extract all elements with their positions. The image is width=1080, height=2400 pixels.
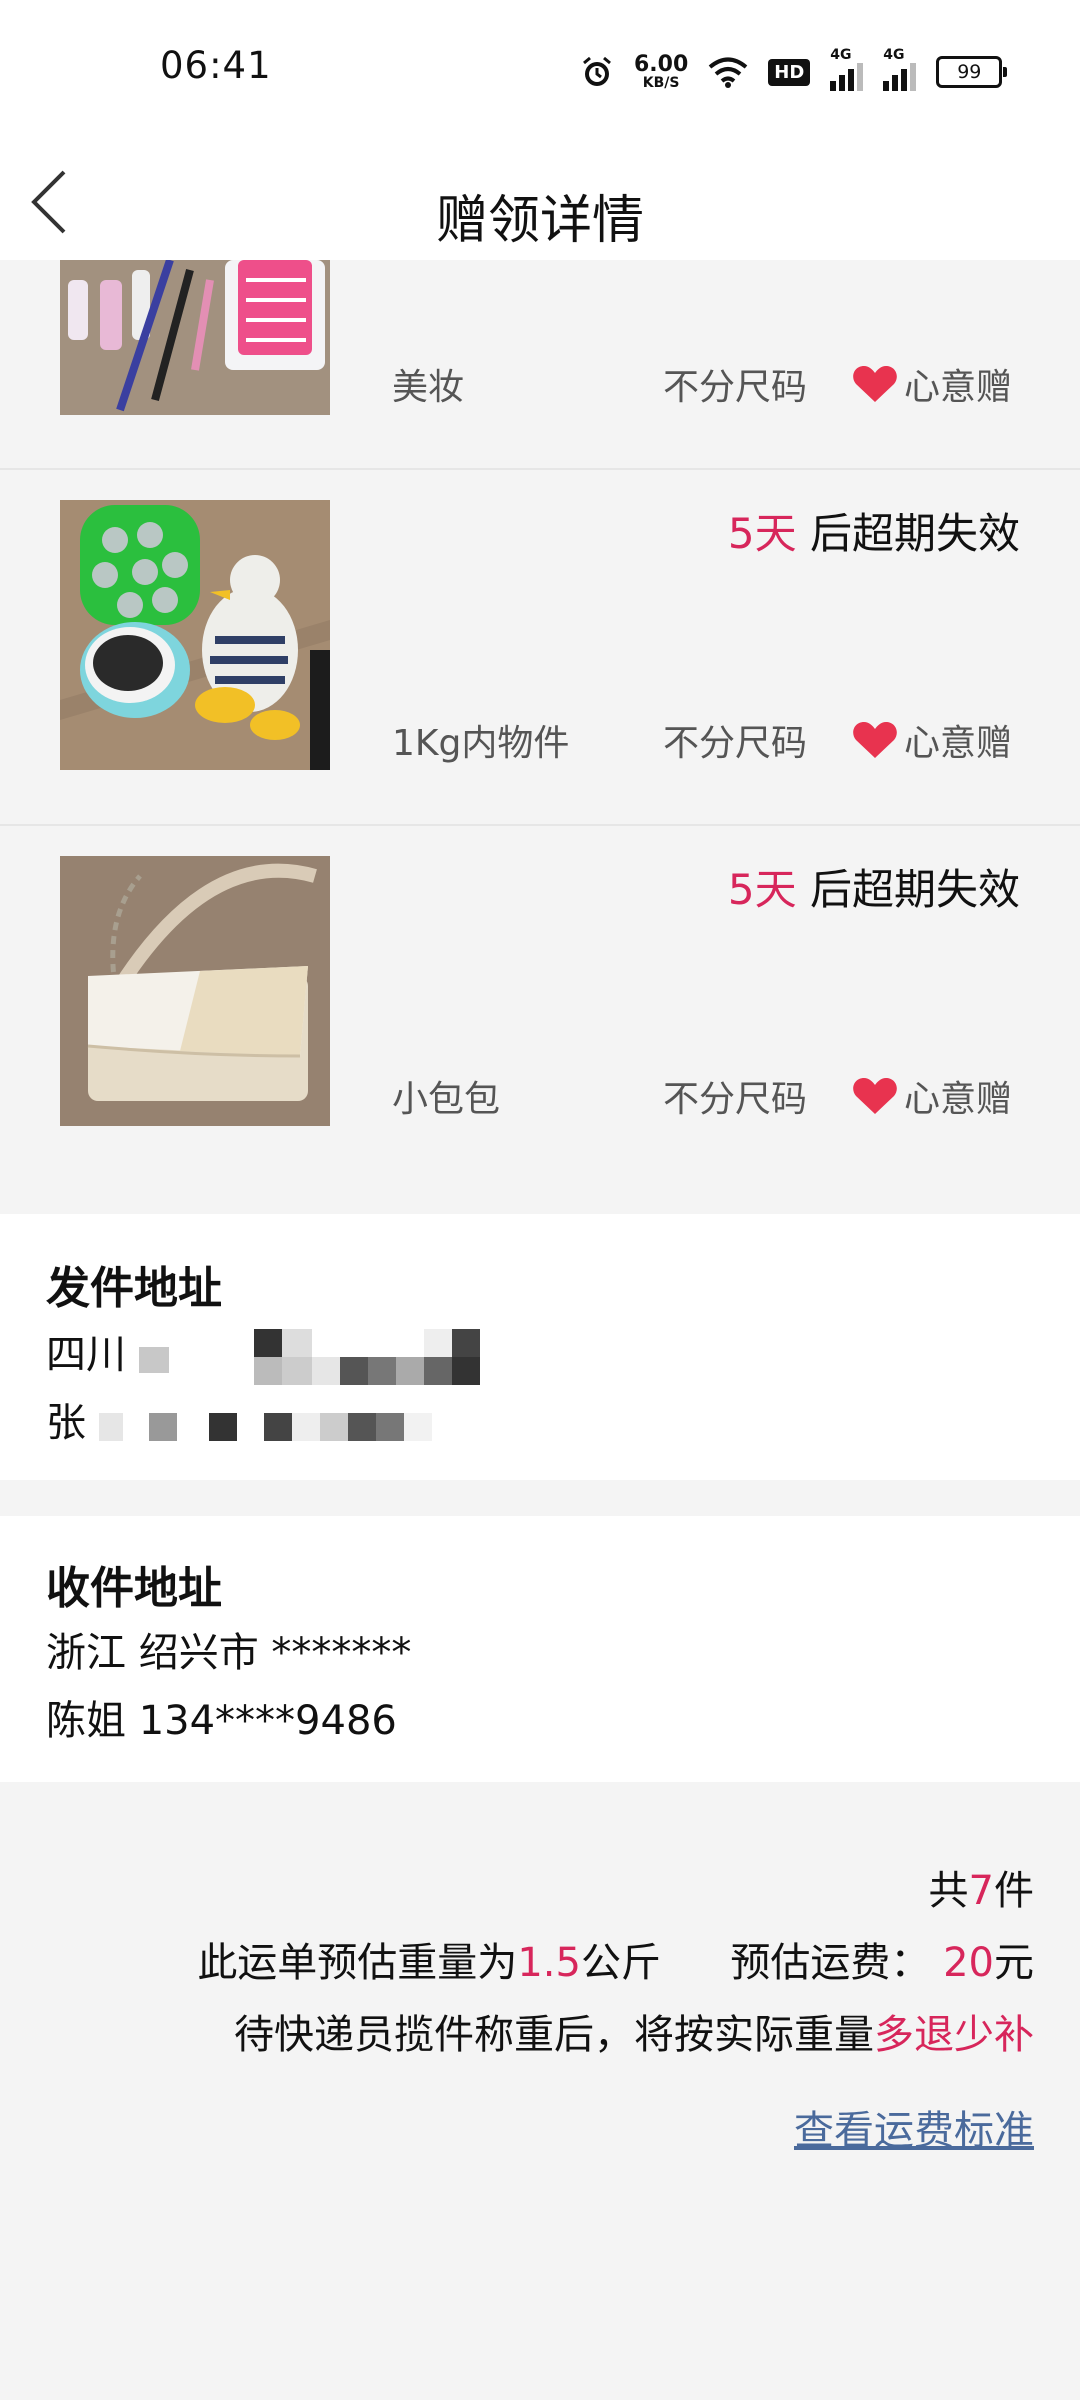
item-category: 小包包 bbox=[392, 1079, 501, 1120]
net-speed: 6.00 KB/S bbox=[634, 52, 689, 91]
wifi-icon bbox=[709, 57, 748, 88]
receiver-line2: 陈姐 134****9486 bbox=[46, 1698, 397, 1744]
total-suffix: 件 bbox=[994, 1868, 1034, 1914]
redacted-text bbox=[98, 1413, 432, 1441]
receiver-address: 收件地址 浙江 绍兴市 ******* 陈姐 134****9486 bbox=[0, 1516, 1080, 1782]
expire-days: 5天 bbox=[727, 509, 797, 558]
item-size: 不分尺码 bbox=[663, 723, 808, 764]
signal-label: 4G bbox=[883, 47, 905, 63]
note-highlight: 多退少补 bbox=[874, 2012, 1034, 2058]
page-title: 赠领详情 bbox=[435, 191, 644, 251]
fee-unit: 元 bbox=[994, 1940, 1034, 1986]
heart-icon bbox=[853, 366, 897, 402]
total-prefix: 共 bbox=[928, 1868, 969, 1914]
weight-prefix: 此运单预估重量为 bbox=[197, 1940, 518, 1986]
note-prefix: 待快递员揽件称重后，将按实际重量 bbox=[234, 2012, 874, 2058]
item-thumbnail bbox=[60, 260, 330, 415]
item-size: 不分尺码 bbox=[663, 367, 808, 408]
gift-label: 心意赠 bbox=[904, 723, 1013, 764]
status-bar: 06:41 6.00 KB/S HD 4G 4G 99 bbox=[0, 0, 1080, 140]
weight-value: 1.5 bbox=[517, 1940, 581, 1986]
sender-line2: 张 bbox=[46, 1390, 439, 1448]
weight-unit: 公斤 bbox=[580, 1940, 661, 1986]
alarm-icon bbox=[583, 56, 611, 86]
total-count: 共7件 bbox=[929, 1858, 1034, 1916]
sender-address: 发件地址 四川 张 bbox=[0, 1214, 1080, 1480]
sender-line1: 四川 bbox=[46, 1322, 509, 1387]
status-time: 06:41 bbox=[160, 44, 272, 87]
net-speed-value: 6.00 bbox=[634, 52, 689, 77]
heart-icon bbox=[853, 1078, 897, 1114]
hd-voice-icon: HD bbox=[768, 58, 811, 86]
status-icons: 6.00 KB/S HD 4G 4G 99 bbox=[580, 44, 1008, 100]
battery-icon: 99 bbox=[936, 56, 1008, 88]
item-category: 美妆 bbox=[392, 367, 465, 408]
receiver-title: 收件地址 bbox=[46, 1563, 222, 1614]
title-bar: 赠领详情 bbox=[0, 140, 1080, 260]
expire-days: 5天 bbox=[727, 865, 797, 914]
expire-suffix: 后超期失效 bbox=[796, 865, 1020, 914]
receiver-line1: 浙江 绍兴市 ******* bbox=[46, 1630, 412, 1676]
heart-icon bbox=[853, 722, 897, 758]
gift-badge: 心意赠 bbox=[852, 1070, 1012, 1122]
net-speed-unit: KB/S bbox=[642, 75, 680, 91]
signal-label: 4G bbox=[830, 47, 852, 63]
list-item[interactable]: 5天 后超期失效 1Kg内物件 不分尺码 心意赠 bbox=[0, 470, 1080, 826]
redacted-text bbox=[138, 1329, 480, 1385]
item-category: 1Kg内物件 bbox=[392, 723, 570, 764]
list-item[interactable]: 美妆 不分尺码 心意赠 bbox=[0, 260, 1080, 470]
expire-notice: 5天 后超期失效 bbox=[728, 856, 1020, 917]
expire-notice: 5天 后超期失效 bbox=[728, 500, 1020, 561]
weight-and-fee: 此运单预估重量为1.5公斤 预估运费： 20元 bbox=[197, 1930, 1034, 1988]
fee-prefix: 预估运费： bbox=[730, 1940, 931, 1986]
signal-icon: 4G bbox=[883, 47, 917, 91]
gift-badge: 心意赠 bbox=[852, 714, 1012, 766]
gift-badge: 心意赠 bbox=[852, 358, 1012, 410]
signal-icon: 4G bbox=[830, 47, 864, 91]
sender-region: 四川 bbox=[46, 1332, 126, 1378]
shipping-rate-link[interactable]: 查看运费标准 bbox=[794, 2098, 1034, 2156]
expire-suffix: 后超期失效 bbox=[796, 509, 1020, 558]
weight-note: 待快递员揽件称重后，将按实际重量多退少补 bbox=[234, 2002, 1034, 2060]
total-number: 7 bbox=[968, 1868, 994, 1914]
gift-label: 心意赠 bbox=[904, 367, 1013, 408]
item-thumbnail bbox=[60, 500, 330, 770]
fee-value: 20 bbox=[943, 1940, 994, 1986]
sender-name: 张 bbox=[46, 1400, 86, 1446]
item-thumbnail bbox=[60, 856, 330, 1126]
item-size: 不分尺码 bbox=[663, 1079, 808, 1120]
list-item[interactable]: 5天 后超期失效 小包包 不分尺码 心意赠 bbox=[0, 826, 1080, 1180]
gift-label: 心意赠 bbox=[904, 1079, 1013, 1120]
sender-title: 发件地址 bbox=[46, 1263, 222, 1314]
